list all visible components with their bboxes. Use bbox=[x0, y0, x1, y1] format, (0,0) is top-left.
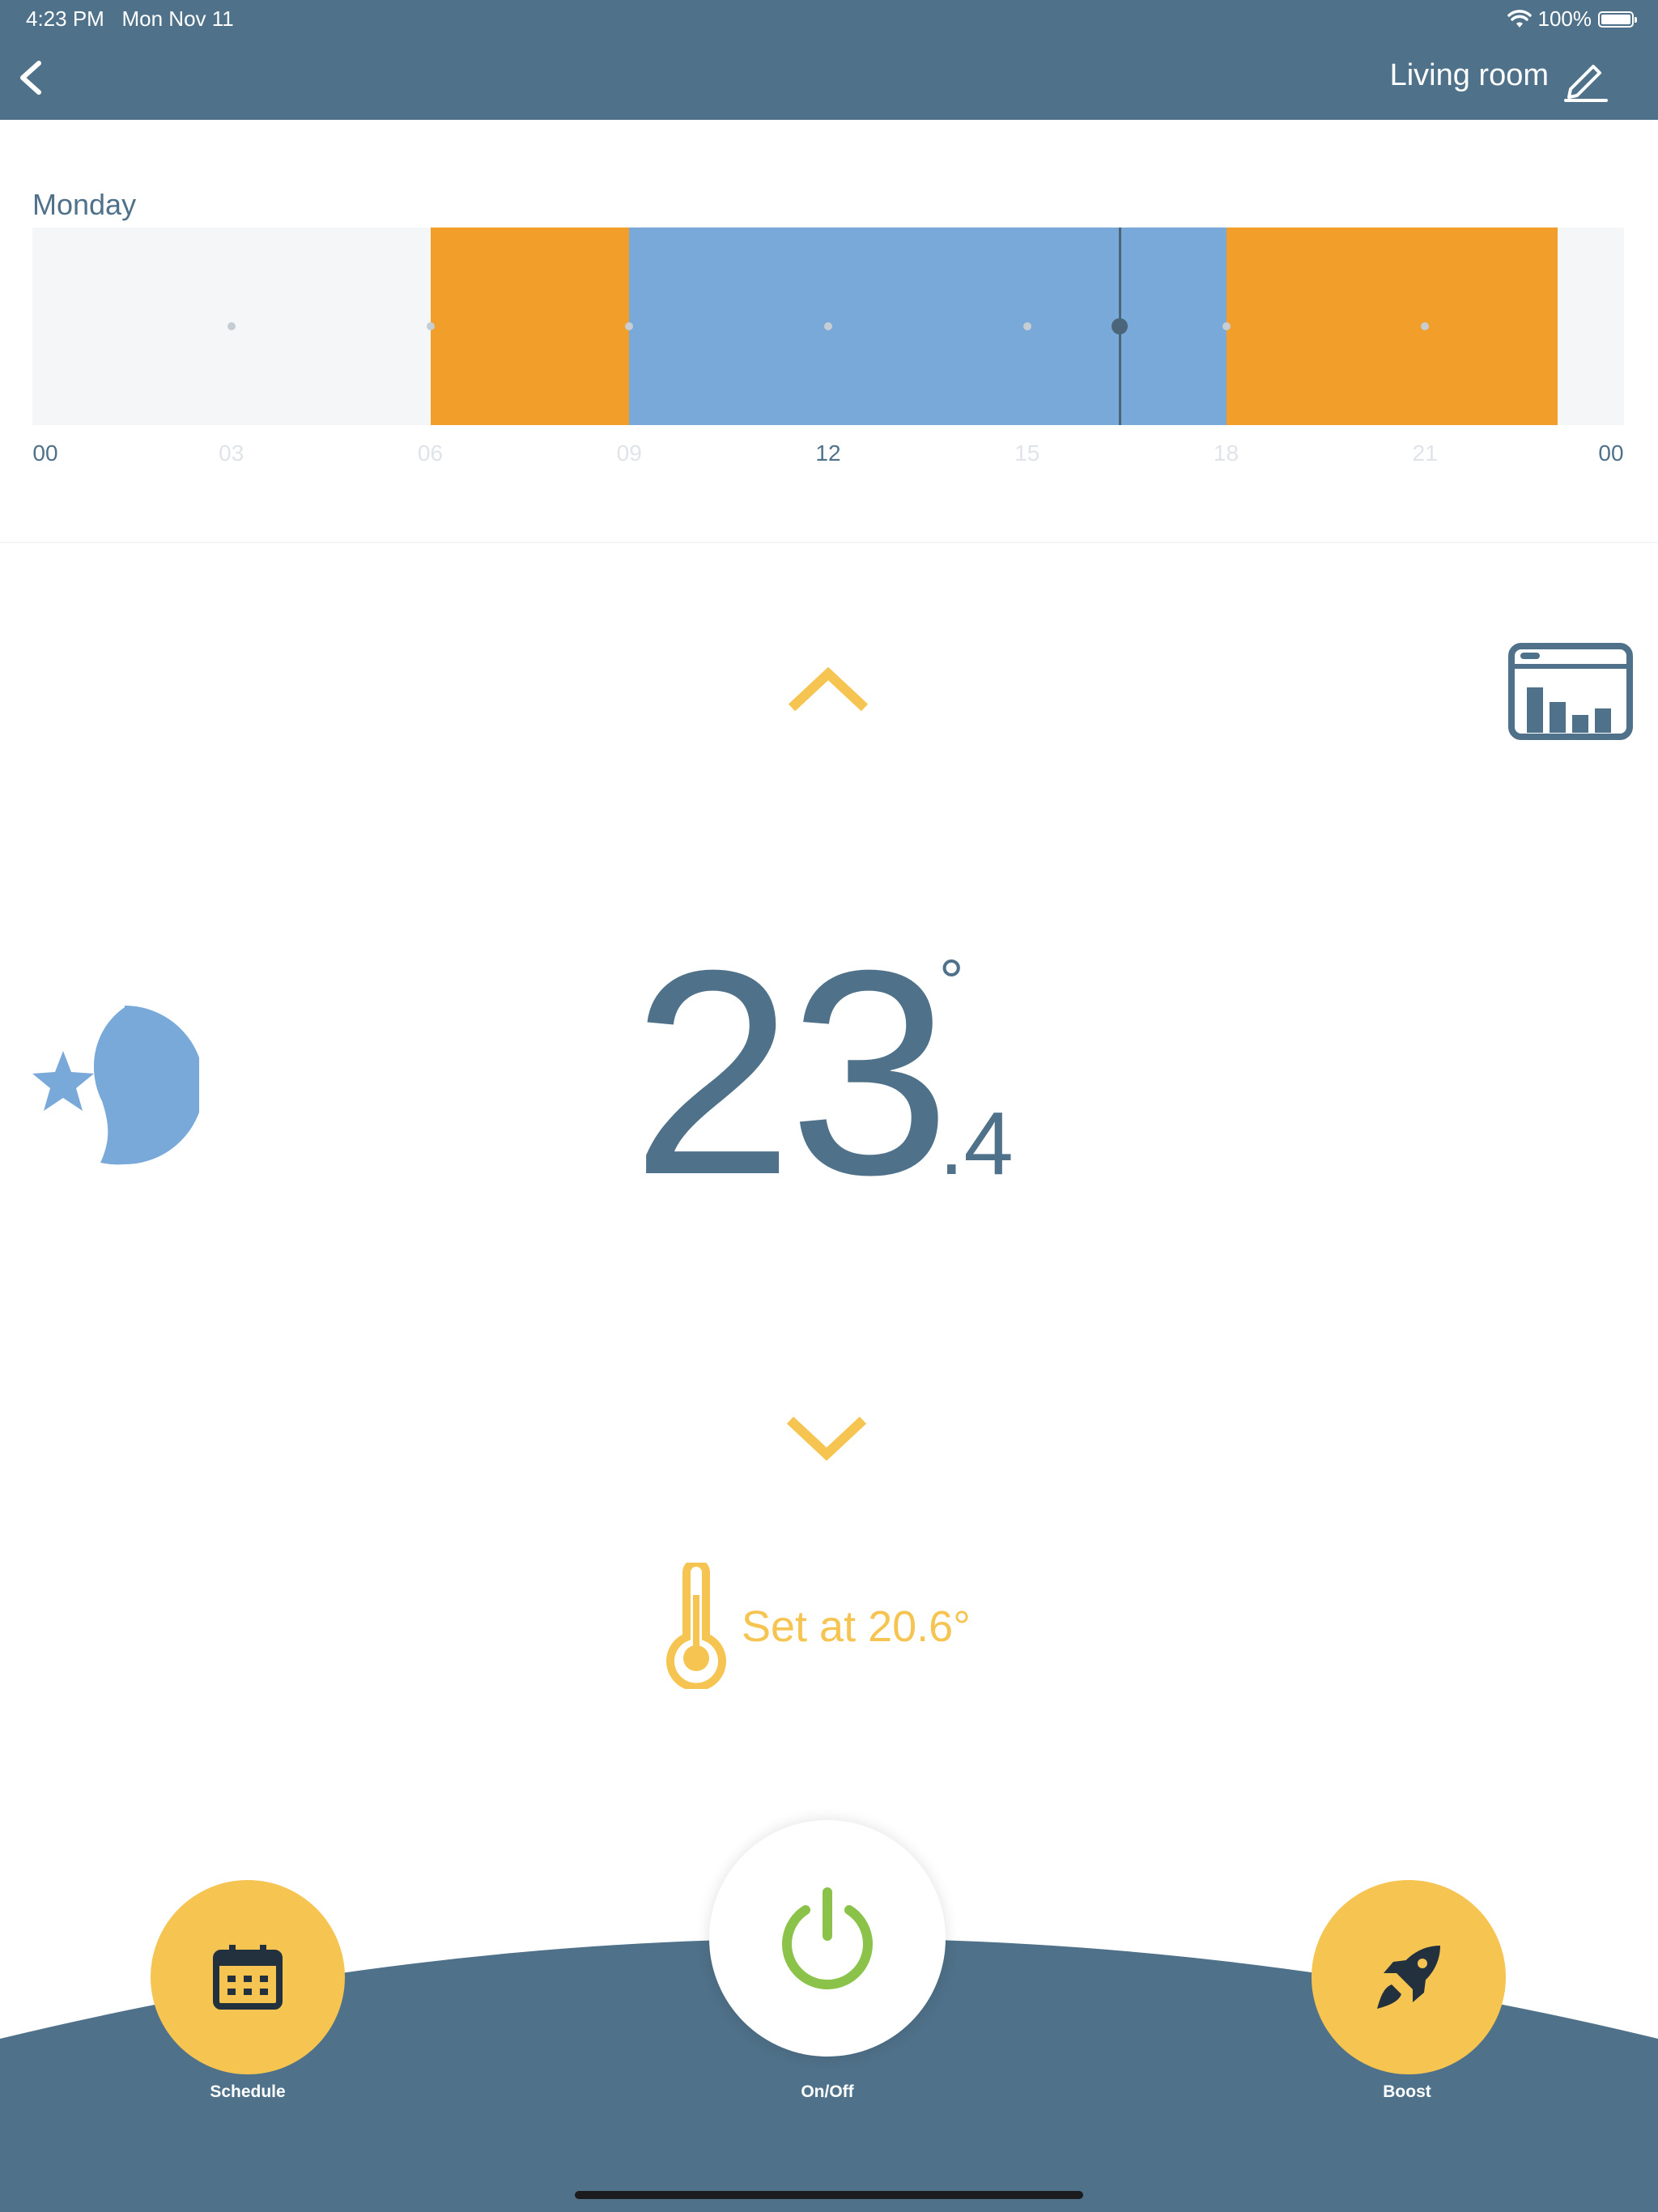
timeline-tick-label: 12 bbox=[815, 440, 841, 466]
timeline-hour-dot bbox=[824, 322, 832, 330]
timeline-tick-label: 21 bbox=[1412, 440, 1438, 466]
battery-percent: 100% bbox=[1537, 6, 1592, 31]
pencil-icon bbox=[1564, 65, 1608, 102]
timeline-hour-dot bbox=[426, 322, 435, 330]
temperature-degree: ° bbox=[939, 947, 964, 1016]
schedule-label: Schedule bbox=[210, 2082, 286, 2101]
home-indicator bbox=[575, 2191, 1083, 2199]
increase-temperature-button[interactable] bbox=[785, 662, 871, 716]
room-title: Living room bbox=[1389, 58, 1549, 92]
wifi-icon bbox=[1507, 9, 1532, 28]
current-temperature: 23 bbox=[631, 910, 950, 1236]
timeline-tick-label: 00 bbox=[1598, 440, 1624, 466]
back-button[interactable] bbox=[11, 52, 52, 104]
status-time: 4:23 PM Mon Nov 11 bbox=[26, 6, 234, 32]
calendar-icon bbox=[213, 1945, 283, 2010]
decrease-temperature-button[interactable] bbox=[784, 1412, 869, 1465]
chevron-down-icon bbox=[786, 1416, 867, 1461]
temperature-decimal: .4 bbox=[939, 1094, 1014, 1193]
schedule-button[interactable] bbox=[151, 1880, 345, 2074]
timeline-hour-dot bbox=[1222, 322, 1231, 330]
schedule-segment-comfort[interactable] bbox=[1226, 228, 1558, 425]
timeline-hour-dot bbox=[1022, 322, 1031, 330]
chevron-up-icon bbox=[788, 666, 869, 712]
moon-star-icon bbox=[32, 1006, 204, 1165]
schedule-segment-comfort[interactable] bbox=[430, 228, 630, 425]
chevron-left-icon bbox=[20, 61, 41, 95]
statistics-button[interactable] bbox=[1507, 642, 1634, 741]
status-right: 100% bbox=[1507, 6, 1637, 32]
divider bbox=[0, 542, 1658, 543]
schedule-timeline[interactable] bbox=[32, 228, 1624, 425]
statistics-chart-icon bbox=[1508, 643, 1633, 740]
thermometer-icon bbox=[664, 1559, 729, 1691]
timeline-tick-label: 09 bbox=[616, 440, 642, 466]
header-bar: 4:23 PM Mon Nov 11 100% Living room bbox=[0, 0, 1658, 120]
boost-button[interactable] bbox=[1312, 1880, 1506, 2074]
timeline-tick-label: 06 bbox=[417, 440, 444, 466]
schedule-segment-off[interactable] bbox=[1558, 228, 1624, 425]
timeline-tick-label: 15 bbox=[1014, 440, 1040, 466]
power-button[interactable] bbox=[709, 1820, 946, 2057]
rocket-icon bbox=[1377, 1946, 1440, 2009]
boost-label: Boost bbox=[1383, 2082, 1431, 2101]
schedule-segment-eco[interactable] bbox=[629, 228, 1226, 425]
timeline-tick-label: 00 bbox=[32, 440, 58, 466]
timeline-hour-dot bbox=[227, 322, 236, 330]
power-icon bbox=[782, 1887, 873, 1990]
status-date: Mon Nov 11 bbox=[121, 6, 234, 31]
power-label: On/Off bbox=[801, 2082, 854, 2101]
battery-icon bbox=[1598, 11, 1637, 28]
status-clock: 4:23 PM bbox=[26, 6, 104, 31]
schedule-day: Monday bbox=[32, 188, 137, 221]
timeline-tick-label: 18 bbox=[1213, 440, 1239, 466]
timeline-tick-label: 03 bbox=[219, 440, 244, 466]
edit-room-button[interactable] bbox=[1561, 53, 1611, 104]
mode-indicator[interactable] bbox=[29, 1004, 204, 1166]
setpoint-text: Set at 20.6° bbox=[742, 1602, 971, 1651]
